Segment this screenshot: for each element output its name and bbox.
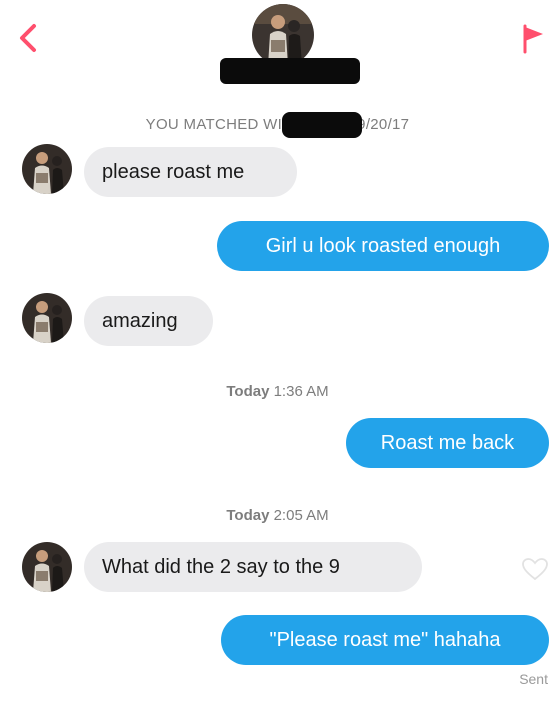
report-button[interactable] — [515, 18, 549, 58]
chevron-left-icon — [20, 24, 36, 52]
match-info-prefix: YOU MATCHED WITH — [145, 116, 303, 133]
message-text: amazing — [102, 310, 178, 332]
message-status: Sent — [519, 671, 548, 687]
flag-icon — [523, 24, 543, 54]
like-button[interactable] — [520, 556, 550, 582]
message-bubble-outgoing[interactable]: Girl u look roasted enough — [217, 221, 549, 271]
timestamp-time: 1:36 AM — [273, 383, 329, 400]
timestamp-day: Today — [226, 507, 270, 524]
message-bubble-incoming[interactable]: amazing — [84, 296, 213, 346]
message-text: please roast me — [102, 161, 245, 183]
timestamp: Today 2:05 AM — [0, 507, 555, 524]
match-avatar[interactable] — [252, 4, 314, 66]
message-text: Girl u look roasted enough — [265, 235, 501, 257]
heart-outline-icon — [522, 558, 548, 581]
timestamp-time: 2:05 AM — [273, 507, 329, 524]
message-bubble-outgoing[interactable]: "Please roast me" hahaha — [221, 615, 549, 665]
message-bubble-incoming[interactable]: please roast me — [84, 147, 297, 197]
message-text: Roast me back — [380, 432, 515, 454]
redacted-name — [220, 58, 360, 84]
back-button[interactable] — [12, 18, 46, 58]
timestamp-day: Today — [226, 383, 270, 400]
sender-avatar[interactable] — [22, 542, 72, 592]
redacted-match-name — [282, 112, 362, 138]
sender-avatar[interactable] — [22, 144, 72, 194]
timestamp: Today 1:36 AM — [0, 383, 555, 400]
sender-avatar[interactable] — [22, 293, 72, 343]
message-text: What did the 2 say to the 9 — [102, 556, 340, 578]
message-text: "Please roast me" hahaha — [269, 629, 501, 651]
message-bubble-outgoing[interactable]: Roast me back — [346, 418, 549, 468]
message-bubble-incoming[interactable]: What did the 2 say to the 9 — [84, 542, 422, 592]
match-info: YOU MATCHED WITH ON 9/20/17 — [0, 116, 555, 133]
